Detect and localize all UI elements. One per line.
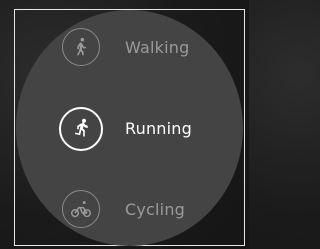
- activity-label-walking: Walking: [125, 38, 190, 57]
- walking-icon: [62, 28, 100, 66]
- activity-label-cycling: Cycling: [125, 200, 186, 219]
- running-icon: [59, 107, 103, 151]
- activity-item-cycling[interactable]: Cycling: [16, 188, 243, 232]
- activity-item-running[interactable]: Running: [16, 107, 243, 151]
- cycling-icon: [62, 190, 100, 228]
- activity-item-walking[interactable]: Walking: [16, 26, 243, 70]
- watch-face: Walking Running Cycling: [16, 10, 243, 246]
- activity-label-running: Running: [125, 119, 192, 138]
